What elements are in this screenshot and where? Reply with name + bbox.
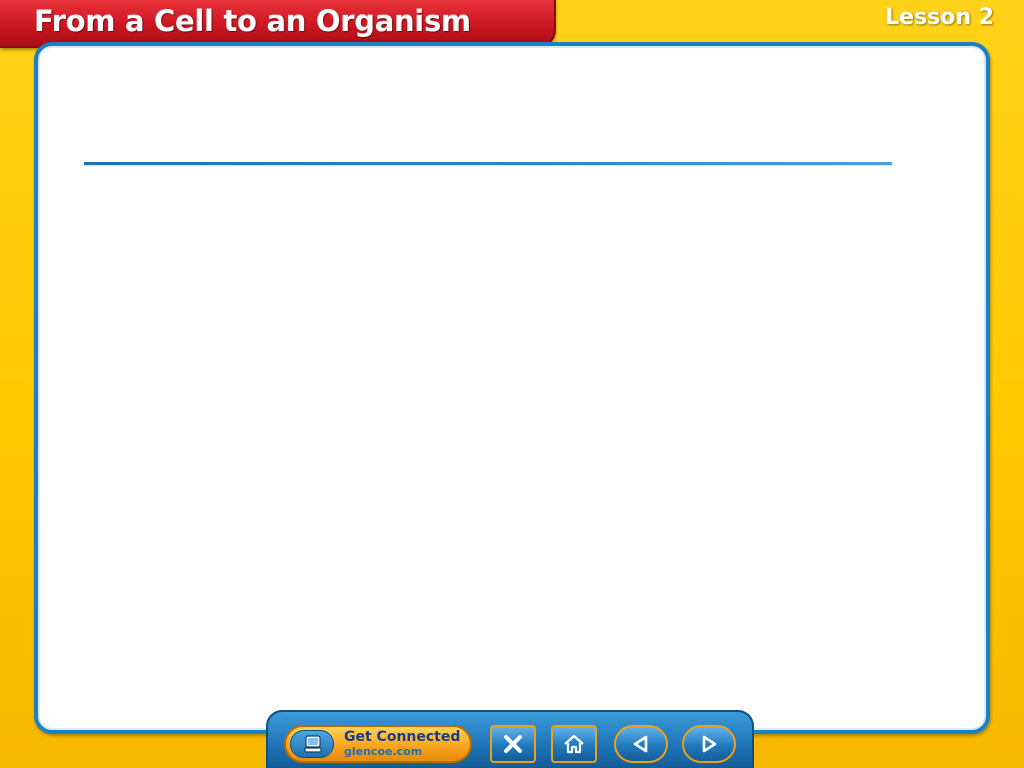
arrow-right-icon	[702, 735, 717, 753]
previous-button[interactable]	[614, 725, 668, 763]
title-divider	[84, 162, 892, 165]
close-icon	[504, 735, 522, 753]
content-card	[34, 42, 990, 734]
navigation-bar: Get Connected glencoe.com	[266, 710, 754, 768]
get-connected-title: Get Connected	[344, 729, 461, 745]
next-button[interactable]	[682, 725, 736, 763]
computer-icon	[290, 730, 334, 758]
title-banner: From a Cell to an Organism	[0, 0, 556, 48]
get-connected-button[interactable]: Get Connected glencoe.com	[284, 725, 472, 763]
get-connected-url: glencoe.com	[344, 745, 423, 758]
home-icon	[564, 734, 584, 754]
home-button[interactable]	[551, 725, 597, 763]
close-button[interactable]	[490, 725, 536, 763]
lesson-label: Lesson 2	[885, 5, 994, 30]
page-title: From a Cell to an Organism	[34, 4, 471, 38]
arrow-left-icon	[633, 735, 648, 753]
